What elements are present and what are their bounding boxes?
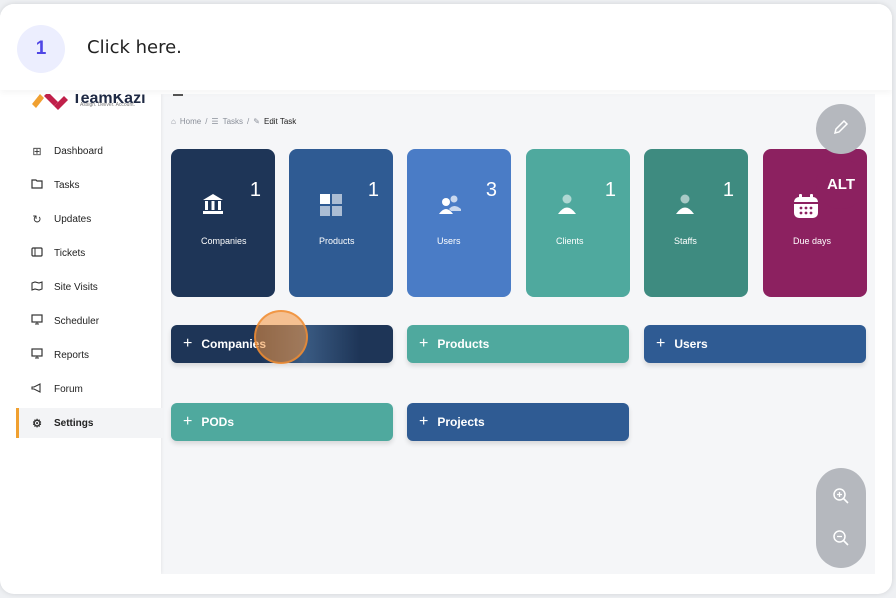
sidebar-item-reports[interactable]: Reports [16, 340, 161, 370]
breadcrumb-home[interactable]: Home [180, 117, 201, 126]
sidebar-item-label: Forum [54, 383, 83, 395]
card-label: Companies [201, 236, 247, 246]
plus-icon: + [656, 335, 666, 352]
logo-tagline: Assign. Deliver. Account. [80, 102, 136, 108]
grid-icon [319, 193, 343, 223]
add-users-button[interactable]: + Users [644, 325, 866, 363]
zoom-in-icon[interactable] [816, 476, 866, 516]
card-users[interactable]: 3 Users [407, 149, 511, 297]
add-projects-button[interactable]: + Projects [407, 403, 629, 441]
sidebar: TeamKazi Assign. Deliver. Account. ⊞ Das… [16, 94, 164, 574]
card-companies[interactable]: 1 Companies [171, 149, 275, 297]
user-icon [556, 193, 578, 221]
breadcrumb-tasks[interactable]: Tasks [223, 117, 243, 126]
sidebar-item-label: Dashboard [54, 145, 103, 157]
tutorial-frame: 1 Click here. TeamKazi Assign. Deliver. … [0, 4, 892, 594]
map-icon [30, 280, 44, 294]
folder-icon [30, 178, 44, 192]
plus-icon: + [419, 335, 429, 352]
sidebar-item-label: Tickets [54, 247, 86, 259]
breadcrumb: ⌂ Home / ☰ Tasks / ✎ Edit Task [171, 117, 297, 126]
card-count: 1 [604, 179, 616, 201]
sidebar-item-label: Reports [54, 349, 90, 361]
grid-icon: ⊞ [32, 145, 42, 158]
card-label: Products [319, 236, 355, 246]
sidebar-item-settings[interactable]: ⚙ Settings [16, 408, 164, 438]
refresh-icon: ↻ [32, 213, 42, 226]
sidebar-item-label: Site Visits [54, 281, 98, 293]
button-label: Projects [437, 415, 485, 429]
button-label: PODs [201, 415, 235, 429]
menu-toggle-icon[interactable] [173, 94, 183, 96]
plus-icon: + [183, 413, 193, 430]
sidebar-item-updates[interactable]: ↻ Updates [16, 204, 161, 234]
presentation-icon [30, 348, 44, 362]
card-count: 1 [367, 179, 379, 201]
sidebar-item-label: Settings [54, 417, 94, 429]
card-count: 1 [722, 179, 734, 201]
step-header: 1 Click here. [0, 4, 892, 90]
click-highlight[interactable] [254, 310, 308, 364]
zoom-controls [816, 468, 866, 568]
button-label: Products [437, 337, 490, 351]
sidebar-item-dashboard[interactable]: ⊞ Dashboard [16, 136, 161, 166]
card-products[interactable]: 1 Products [289, 149, 393, 297]
plus-icon: + [419, 413, 429, 430]
button-label: Users [674, 337, 708, 351]
user-icon [674, 193, 696, 221]
presentation-icon [30, 314, 44, 328]
plus-icon: + [183, 335, 193, 352]
step-number: 1 [17, 25, 65, 73]
step-instruction: Click here. [87, 37, 182, 58]
sidebar-item-label: Tasks [54, 179, 80, 191]
sidebar-item-label: Updates [54, 213, 92, 225]
card-count: 1 [249, 179, 261, 201]
list-icon: ☰ [211, 117, 219, 126]
ticket-icon [30, 246, 44, 260]
edit-fab[interactable] [816, 104, 866, 154]
add-pods-button[interactable]: + PODs [171, 403, 393, 441]
pencil-icon [832, 118, 850, 141]
bank-icon [201, 193, 225, 221]
logo-mark-icon [32, 94, 68, 110]
card-clients[interactable]: 1 Clients [526, 149, 630, 297]
sidebar-item-forum[interactable]: Forum [16, 374, 161, 404]
card-label: Due days [793, 236, 832, 246]
logo: TeamKazi Assign. Deliver. Account. [30, 94, 146, 114]
sidebar-item-tasks[interactable]: Tasks [16, 170, 161, 200]
sidebar-item-scheduler[interactable]: Scheduler [16, 306, 161, 336]
alt-fab[interactable]: ALT [816, 159, 866, 209]
gear-icon: ⚙ [32, 417, 42, 430]
card-count: 3 [485, 179, 497, 201]
zoom-out-icon[interactable] [816, 518, 866, 558]
card-staffs[interactable]: 1 Staffs [644, 149, 748, 297]
sidebar-item-label: Scheduler [54, 315, 100, 327]
home-icon: ⌂ [171, 117, 176, 126]
card-label: Staffs [674, 236, 697, 246]
add-products-button[interactable]: + Products [407, 325, 629, 363]
breadcrumb-current: Edit Task [263, 117, 297, 126]
users-icon [437, 193, 463, 221]
sidebar-item-tickets[interactable]: Tickets [16, 238, 161, 268]
calendar-icon [793, 193, 819, 225]
app-screenshot: TeamKazi Assign. Deliver. Account. ⊞ Das… [16, 94, 875, 574]
card-label: Users [437, 236, 461, 246]
sidebar-item-site-visits[interactable]: Site Visits [16, 272, 161, 302]
megaphone-icon [30, 382, 44, 396]
edit-icon: ✎ [253, 117, 260, 126]
card-label: Clients [556, 236, 584, 246]
